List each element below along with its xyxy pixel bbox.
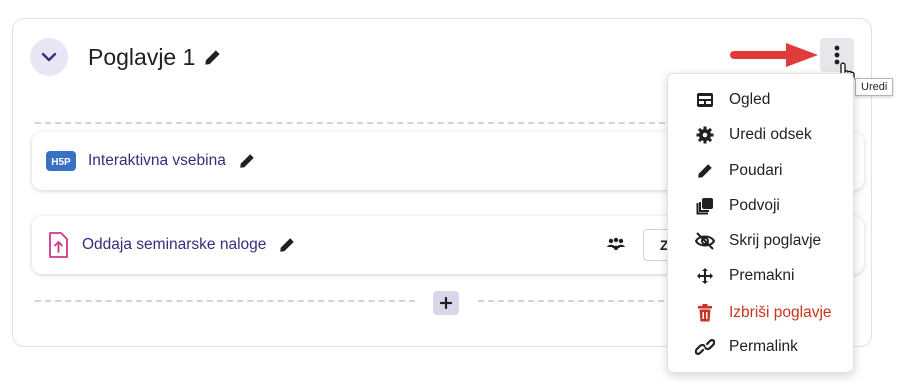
section-divider-top (35, 122, 665, 124)
section-title-row: Poglavje 1 (88, 44, 222, 71)
menu-item-permalink[interactable]: Permalink (668, 330, 853, 364)
section-divider-bottom-left (35, 300, 415, 302)
activity-link[interactable]: Interaktivna vsebina (88, 152, 226, 170)
h5p-icon: H5P (46, 151, 76, 171)
collapse-section-button[interactable] (30, 38, 68, 76)
gear-icon (694, 126, 716, 144)
eye-slash-icon (694, 232, 716, 250)
edit-pencil-icon[interactable] (238, 152, 256, 170)
activity-link[interactable]: Oddaja seminarske naloge (82, 236, 266, 254)
menu-item-hide-section[interactable]: Skrij poglavje (668, 224, 853, 258)
red-arrow-annotation (730, 43, 818, 67)
edit-pencil-icon[interactable] (203, 48, 222, 67)
highlight-pen-icon (694, 162, 716, 180)
svg-text:H5P: H5P (51, 157, 71, 168)
move-icon (694, 267, 716, 285)
menu-item-duplicate[interactable]: Podvoji (668, 189, 853, 223)
edit-tooltip: Uredi (855, 78, 894, 96)
menu-item-delete-section[interactable]: Izbriši poglavje (668, 296, 853, 330)
assignment-upload-icon (46, 231, 70, 259)
plus-icon (440, 297, 452, 309)
view-icon (694, 92, 716, 108)
menu-item-highlight[interactable]: Poudari (668, 154, 853, 188)
link-icon (694, 339, 716, 355)
add-content-button[interactable] (433, 291, 459, 315)
group-mode-icon[interactable] (606, 236, 626, 254)
menu-item-edit-section[interactable]: Uredi odsek (668, 118, 853, 152)
trash-icon (694, 304, 716, 322)
chevron-down-icon (41, 52, 57, 62)
section-title: Poglavje 1 (88, 44, 196, 70)
menu-item-move[interactable]: Premakni (668, 259, 853, 293)
edit-pencil-icon[interactable] (278, 236, 296, 254)
menu-item-view[interactable]: Ogled (668, 83, 853, 117)
section-divider-bottom-right (478, 300, 664, 302)
duplicate-icon (694, 197, 716, 215)
section-actions-menu: Ogled Uredi odsek Poudari Podvoji Skrij … (667, 73, 854, 373)
